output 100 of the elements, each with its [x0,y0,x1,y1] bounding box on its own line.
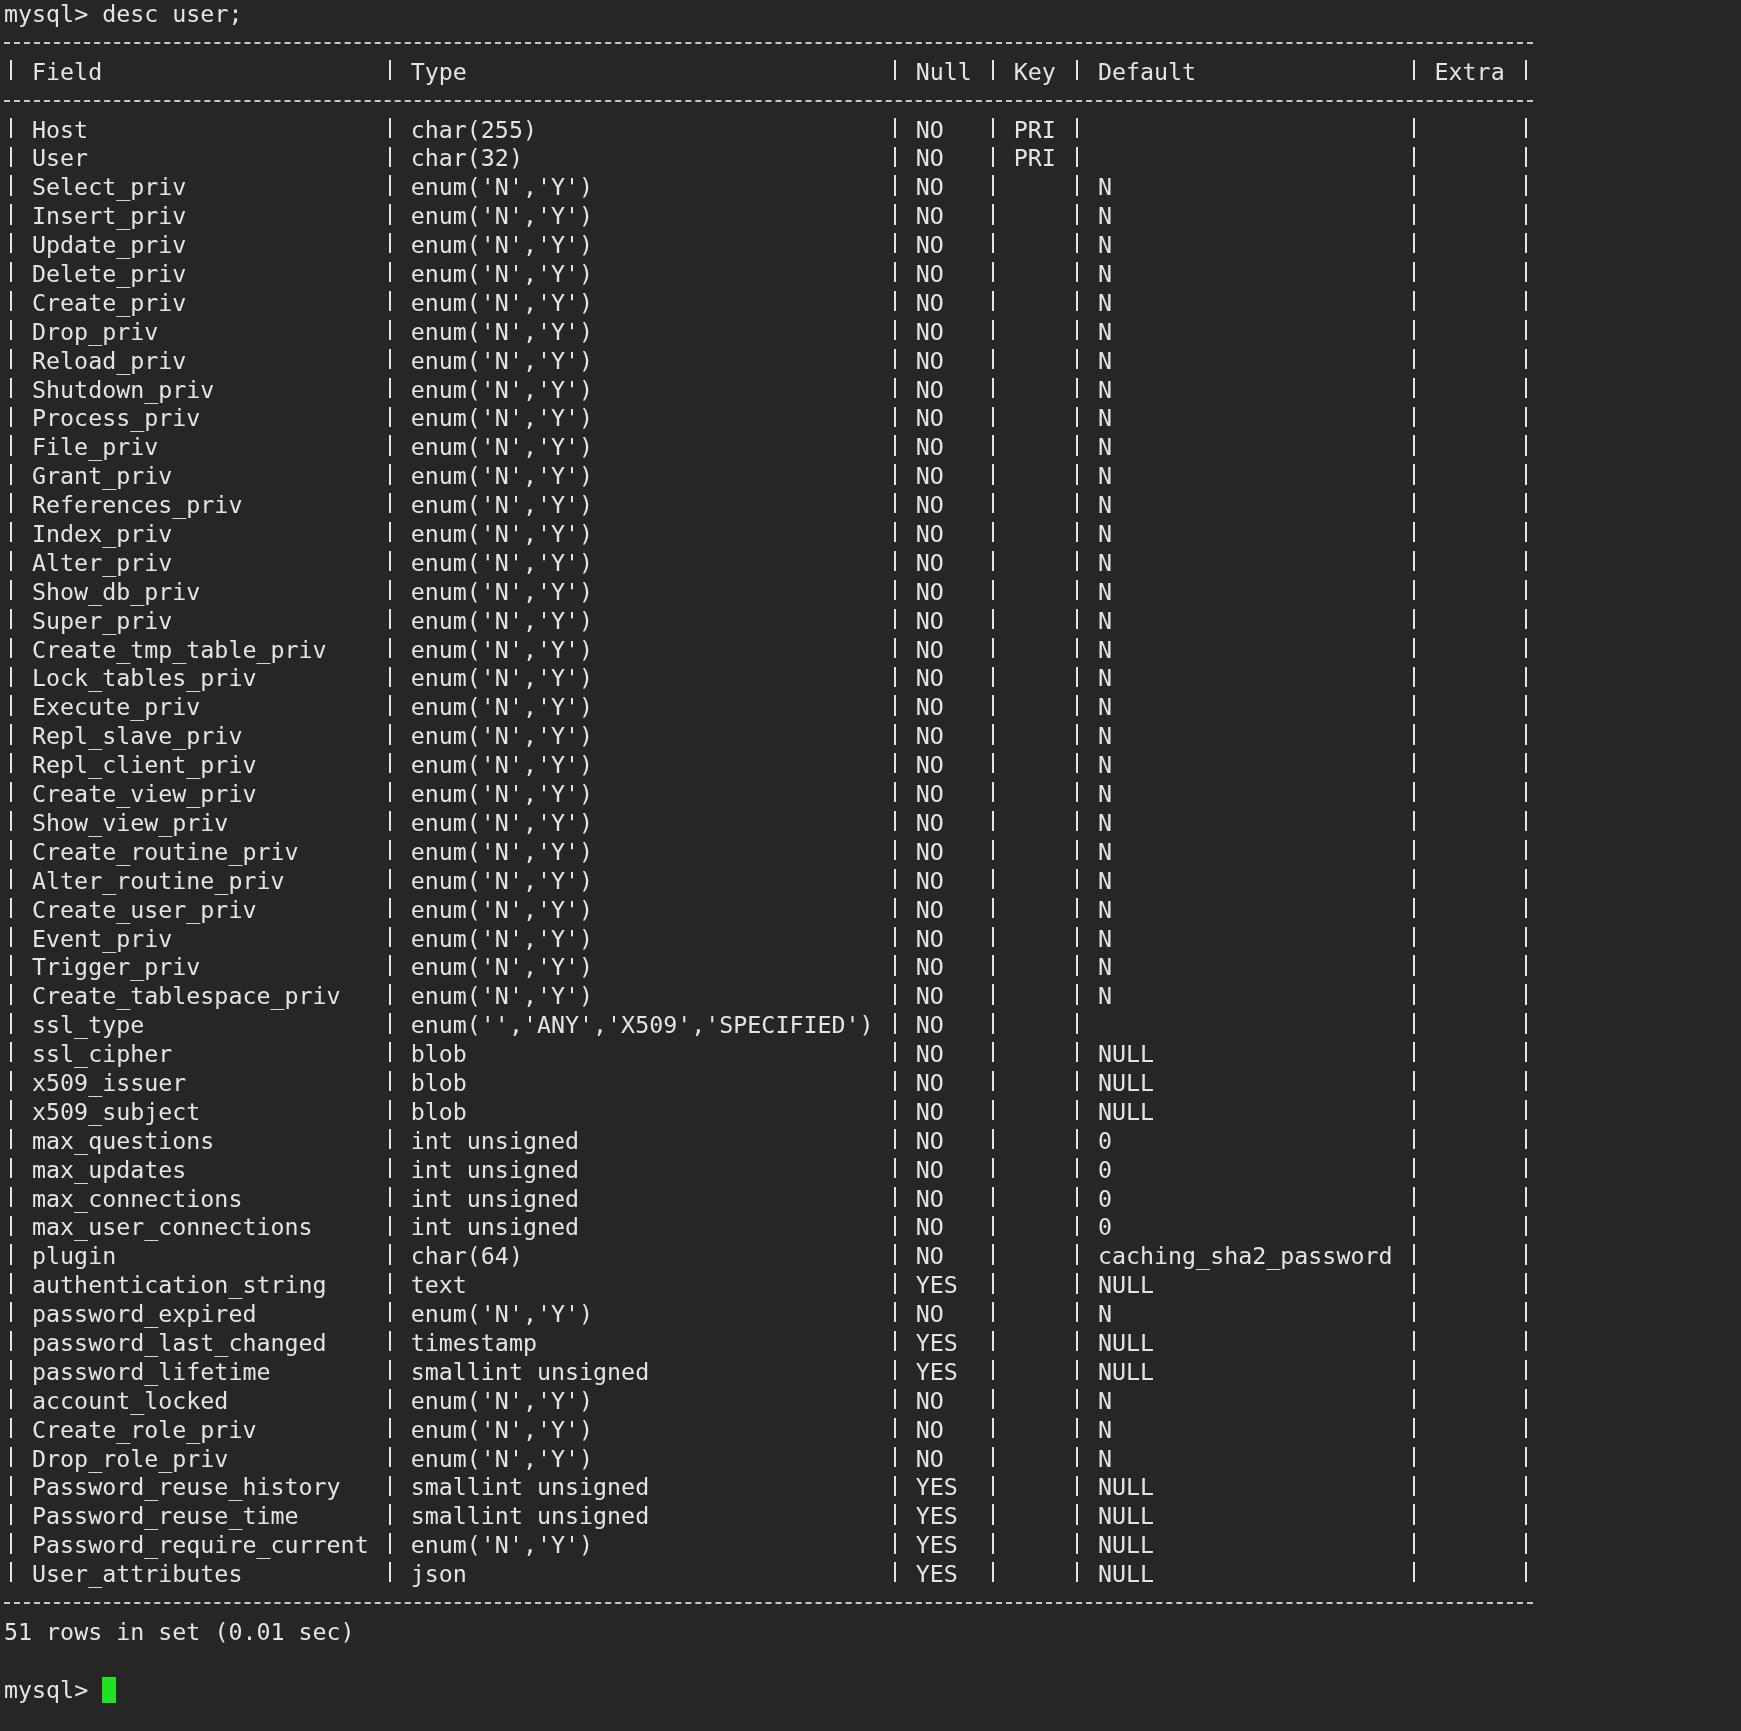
table-cell-text: NO [914,1415,944,1445]
table-cell-text: YES [914,1473,958,1503]
table-cell-text: N [1096,577,1112,607]
table-cell-text: NO [914,577,944,607]
table-cell-text: enum('N','Y') [409,317,594,347]
table-cell-text: Create_view_priv [31,780,257,809]
column-header: Default [1096,57,1197,87]
table-cell-text: enum('N','Y') [409,520,594,549]
table-cell-text: File_priv [31,433,159,463]
table-cell-text: x509_issuer [31,1068,187,1098]
table-cell-text: x509_subject [31,1097,201,1127]
table-cell-text: Reload_priv [31,346,187,376]
table-cell-text: Create_role_priv [31,1415,257,1445]
table-cell-text: Alter_routine_priv [31,866,285,896]
table-cell-text: NO [914,1040,944,1069]
table-cell-text: N [1096,491,1112,521]
table-cell-text: YES [914,1271,958,1301]
table-cell-text: NULL [1096,1502,1155,1532]
table-cell-text: N [1096,982,1112,1012]
table-cell-text: enum('N','Y') [409,404,594,434]
table-cell-text: Drop_priv [31,317,159,347]
table-cell-text: enum('N','Y') [409,751,594,781]
table-cell-text: Show_view_priv [31,808,229,838]
table-cell-text: NO [914,1155,944,1185]
table-cell-text: timestamp [409,1328,537,1358]
table-cell-text: enum('N','Y') [409,693,594,723]
table-cell-text: N [1096,808,1112,838]
table-cell-text: N [1096,635,1112,665]
cursor [102,1677,117,1704]
table-cell-text: Repl_slave_priv [31,722,243,752]
table-cell-text: Select_priv [31,173,187,203]
table-cell-text: plugin [31,1242,117,1272]
table-cell-text: N [1096,462,1112,492]
table-cell-text: enum('','ANY','X509','SPECIFIED') [409,1011,874,1041]
table-cell-text: Process_priv [31,404,201,434]
column-header: Type [409,57,467,87]
table-cell-text: Create_priv [31,288,187,318]
table-cell-text: enum('N','Y') [409,462,594,492]
table-cell-text: NULL [1096,1560,1155,1589]
table-cell-text: Index_priv [31,520,173,549]
table-cell-text: enum('N','Y') [409,606,594,636]
table-cell-text: NO [914,866,944,896]
table-cell-text: NO [914,924,944,954]
table-cell-text: int unsigned [409,1126,580,1156]
table-cell-text: NO [914,433,944,463]
table-cell-text: NO [914,404,944,434]
table-cell-text: NULL [1096,1473,1155,1503]
table-cell-text: NO [914,144,944,174]
table-cell-text: N [1096,173,1112,203]
table-cell-text: password_lifetime [31,1357,271,1387]
table-cell-text: Event_priv [31,924,173,954]
table-cell-text: Drop_role_priv [31,1444,229,1474]
table-cell-text: blob [409,1068,467,1098]
table-cell-text: N [1096,288,1112,318]
table-cell-text: N [1096,1300,1112,1329]
table-cell-text: N [1096,953,1112,983]
table-cell-text: Show_db_priv [31,577,201,607]
table-cell-text: NO [914,606,944,636]
table-cell-text: enum('N','Y') [409,808,594,838]
table-cell-text: Alter_priv [31,548,173,578]
table-cell-text: NO [914,693,944,723]
result-summary: 51 rows in set (0.01 sec) [4,1617,355,1647]
table-cell-text: enum('N','Y') [409,1386,594,1416]
table-cell-text: N [1096,375,1112,405]
prompt: mysql> [4,1675,89,1705]
table-cell-text: NO [914,375,944,405]
table-cell-text: enum('N','Y') [409,231,594,261]
table-cell-text: NO [914,115,944,145]
table-cell-text: enum('N','Y') [409,1444,594,1474]
table-cell-text: N [1096,866,1112,896]
table-cell-text: N [1096,404,1112,434]
table-cell-text: NO [914,346,944,376]
table-cell-text: YES [914,1328,958,1358]
table-cell-text: blob [409,1097,467,1127]
table-cell-text: NO [914,722,944,752]
table-cell-text: YES [914,1560,958,1589]
table-cell-text: NO [914,1386,944,1416]
table-cell-text: References_priv [31,491,243,521]
table-cell-text: YES [914,1531,958,1561]
table-cell-text: authentication_string [31,1271,327,1301]
table-cell-text: max_user_connections [31,1213,313,1243]
table-cell-text: NO [914,895,944,925]
table-cell-text: Insert_priv [31,202,187,232]
table-cell-text: NO [914,635,944,665]
table-cell-text: NO [914,317,944,347]
table-cell-text: N [1096,722,1112,752]
table-cell-text: Execute_priv [31,693,201,723]
table-cell-text: N [1096,693,1112,723]
table-cell-text: smallint unsigned [409,1473,650,1503]
table-cell-text: Trigger_priv [31,953,201,983]
table-cell-text: NO [914,173,944,203]
table-cell-text: NO [914,288,944,318]
table-cell-text: N [1096,317,1112,347]
table-cell-text: char(32) [409,144,523,174]
table-cell-text: N [1096,924,1112,954]
table-cell-text: N [1096,1415,1112,1445]
table-cell-text: NO [914,548,944,578]
table-cell-text: enum('N','Y') [409,260,594,289]
table-cell-text: 0 [1096,1184,1112,1214]
table-cell-text: NO [914,1213,944,1243]
